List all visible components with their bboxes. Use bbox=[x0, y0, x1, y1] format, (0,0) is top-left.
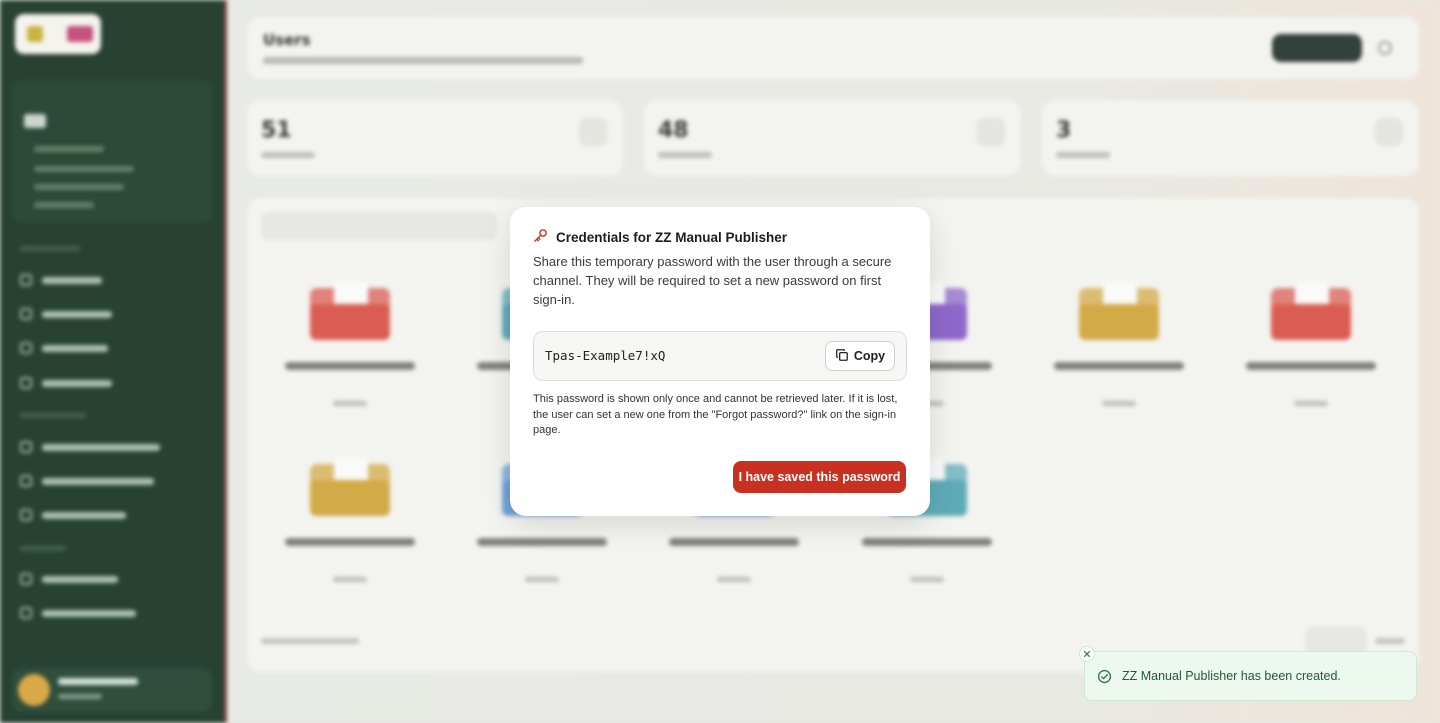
close-icon[interactable] bbox=[1079, 646, 1095, 662]
credentials-dialog: Credentials for ZZ Manual Publisher Shar… bbox=[510, 207, 930, 516]
password-field: Tpas-Example7!xQ Copy bbox=[533, 331, 907, 381]
dialog-header: Credentials for ZZ Manual Publisher bbox=[533, 228, 787, 247]
toast-message: ZZ Manual Publisher has been created. bbox=[1122, 669, 1341, 683]
success-toast: ZZ Manual Publisher has been created. bbox=[1079, 646, 1417, 701]
password-note: This password is shown only once and can… bbox=[533, 393, 898, 436]
copy-button-label: Copy bbox=[853, 349, 886, 363]
copy-icon bbox=[835, 347, 849, 366]
key-icon bbox=[533, 228, 548, 247]
temporary-password[interactable]: Tpas-Example7!xQ bbox=[545, 348, 665, 363]
copy-button[interactable]: Copy bbox=[825, 341, 895, 371]
check-circle-icon bbox=[1097, 669, 1112, 688]
dialog-description: Share this temporary password with the u… bbox=[533, 254, 892, 307]
dialog-title: Credentials for ZZ Manual Publisher bbox=[556, 230, 788, 245]
confirm-saved-button[interactable]: I have saved this password bbox=[733, 461, 906, 493]
